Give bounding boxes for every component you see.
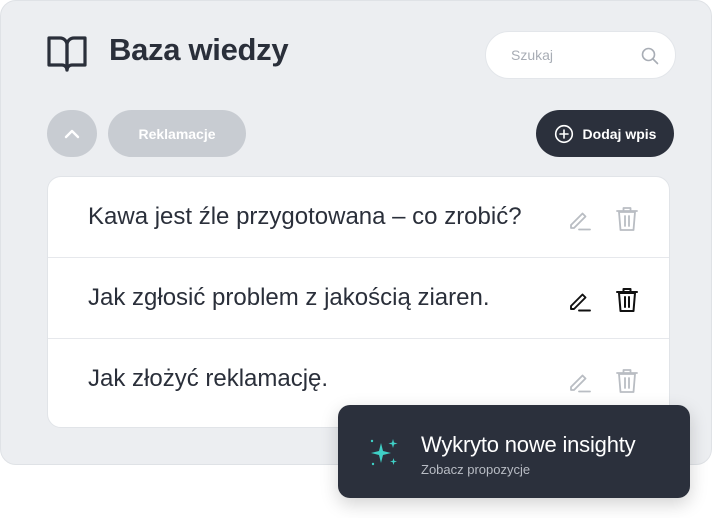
list-item[interactable]: Kawa jest źle przygotowana – co zrobić?	[48, 177, 669, 258]
sparkles-icon	[370, 439, 398, 466]
collapse-button[interactable]	[47, 110, 97, 157]
toast-title: Wykryto nowe insighty	[421, 432, 636, 457]
trash-icon[interactable]	[615, 367, 639, 394]
entry-list: Kawa jest źle przygotowana – co zrobić? …	[47, 176, 670, 428]
chevron-up-icon	[64, 129, 80, 139]
entry-title: Jak złożyć reklamację.	[88, 365, 329, 392]
toast-link[interactable]: Zobacz propozycje	[421, 462, 530, 477]
add-entry-button[interactable]: Dodaj wpis	[536, 110, 674, 157]
trash-icon[interactable]	[615, 205, 639, 232]
trash-icon[interactable]	[615, 286, 639, 313]
page-title: Baza wiedzy	[109, 32, 289, 67]
edit-icon[interactable]	[566, 287, 592, 313]
list-item[interactable]: Jak zgłosić problem z jakością ziaren.	[48, 258, 669, 339]
edit-icon[interactable]	[566, 368, 592, 394]
insights-toast[interactable]: Wykryto nowe insighty Zobacz propozycje	[338, 405, 690, 498]
search-input[interactable]: Szukaj	[485, 31, 676, 79]
search-placeholder: Szukaj	[511, 47, 554, 63]
category-chip-label: Reklamacje	[138, 125, 216, 142]
edit-icon[interactable]	[566, 206, 592, 232]
search-icon	[641, 47, 659, 65]
add-entry-label: Dodaj wpis	[582, 125, 657, 142]
plus-circle-icon	[554, 124, 573, 143]
book-icon	[47, 36, 87, 72]
knowledge-base-panel: Baza wiedzy Szukaj Reklamacje Dodaj wpis…	[0, 0, 712, 465]
category-filter-chip[interactable]: Reklamacje	[108, 110, 246, 157]
entry-title: Jak zgłosić problem z jakością ziaren.	[88, 284, 490, 311]
entry-title: Kawa jest źle przygotowana – co zrobić?	[88, 203, 522, 230]
